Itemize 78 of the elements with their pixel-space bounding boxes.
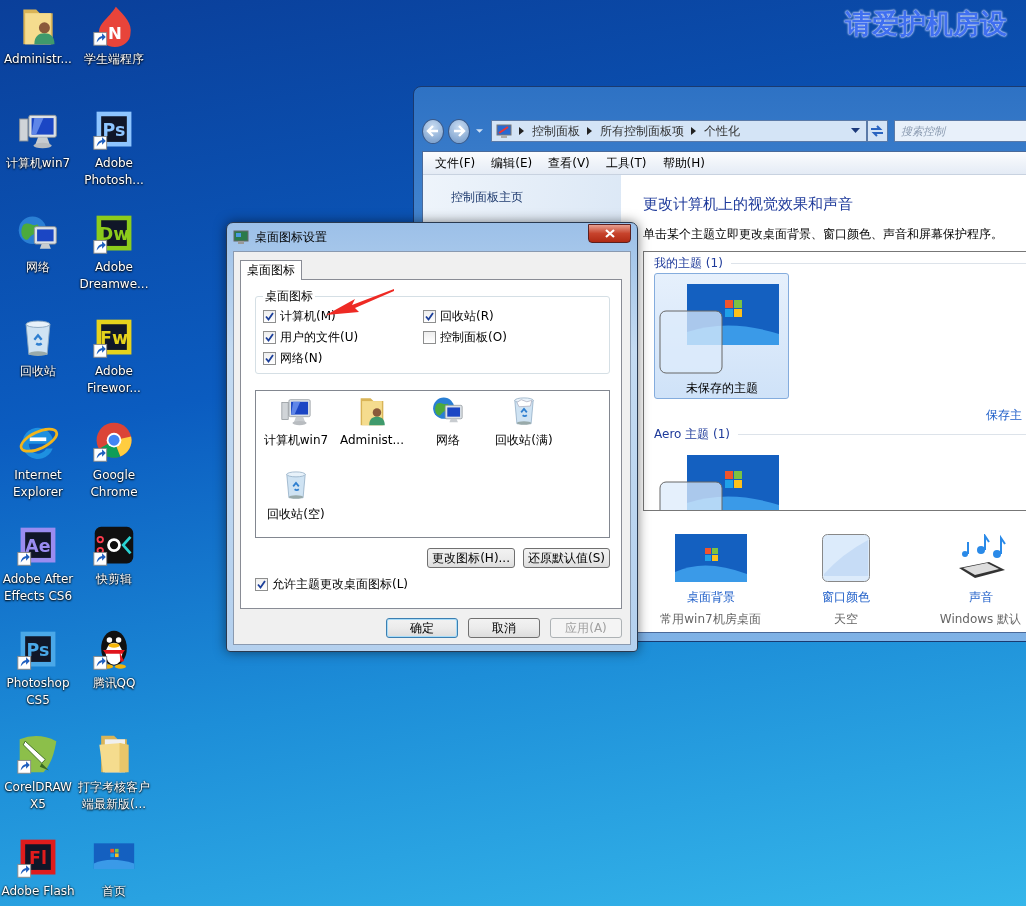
desktop-item[interactable]: Administr... (0, 0, 76, 104)
back-arrow-icon (426, 124, 440, 138)
desktop-item[interactable]: Fw Adobe Firewor... (76, 312, 152, 416)
save-theme-link[interactable]: 保存主 (986, 407, 1022, 423)
theme-name: 未保存的主题 (685, 380, 758, 396)
setting-link[interactable]: 窗口颜色 (821, 589, 870, 605)
menu-item[interactable]: 查看(V) (540, 153, 598, 173)
close-button[interactable] (588, 223, 631, 243)
wallpaper-thumbnail-icon[interactable] (674, 534, 747, 582)
desktop-settings-icon (233, 229, 249, 245)
checkbox-label[interactable]: 回收站(R) (440, 308, 494, 325)
dialog-button[interactable]: 还原默认值(S) (523, 548, 610, 568)
checkbox-label[interactable]: 允许主题更改桌面图标(L) (272, 576, 409, 593)
breadcrumb-item[interactable]: 个性化 (704, 122, 740, 140)
group-label: 桌面图标 (264, 288, 314, 304)
icon-label[interactable]: 回收站(空) (267, 506, 325, 522)
chevron-right-icon (691, 127, 697, 135)
back-button[interactable] (422, 118, 444, 144)
dialog-button[interactable]: 确定 (386, 618, 458, 638)
desktop-item[interactable]: Fl Adobe Flash (0, 832, 76, 906)
dropdown-caret-icon[interactable] (850, 128, 860, 134)
menu-item[interactable]: 编辑(E) (483, 153, 541, 173)
checkbox[interactable] (263, 310, 276, 323)
setting-value: 天空 (833, 611, 858, 627)
color-swatch-icon[interactable] (821, 534, 870, 582)
window-title: 桌面图标设置 (255, 228, 328, 246)
desktop-item[interactable]: Ae Adobe After Effects CS6 (0, 520, 76, 624)
desktop-item[interactable]: 网络 (0, 208, 76, 312)
menu-item[interactable]: 工具(T) (597, 153, 655, 173)
menu-item[interactable]: 文件(F) (427, 153, 484, 173)
setting-link[interactable]: 桌面背景 (686, 589, 735, 605)
icon-label[interactable]: Administ... (340, 432, 404, 448)
group-heading: 我的主题 (1) (654, 254, 723, 272)
desktop-item[interactable]: Internet Explorer (0, 416, 76, 520)
desktop-item[interactable]: Ps Adobe Photosh... (76, 104, 152, 208)
dialog-button[interactable]: 更改图标(H)... (427, 548, 515, 568)
desktop-item[interactable]: 计算机win7 (0, 104, 76, 208)
search-field[interactable]: 搜索控制 (894, 120, 1026, 142)
page-description: 单击某个主题立即更改桌面背景、窗口颜色、声音和屏幕保护程序。 (643, 226, 1004, 242)
sidebar-link[interactable]: 控制面板主页 (451, 190, 523, 204)
desktop-item[interactable]: 腾讯QQ (76, 624, 152, 728)
checkbox-label[interactable]: 网络(N) (280, 350, 323, 367)
icon-label[interactable]: 计算机win7 (263, 432, 329, 448)
forward-arrow-icon (452, 124, 466, 138)
theme-tile[interactable]: 未保存的主题 (654, 273, 789, 399)
address-bar[interactable]: 控制面板 所有控制面板项 个性化 (491, 120, 867, 142)
desktop-item[interactable]: 回收站 (0, 312, 76, 416)
checkbox[interactable] (255, 578, 268, 591)
breadcrumb-item[interactable]: 控制面板 (532, 122, 580, 140)
forward-button[interactable] (448, 118, 471, 144)
chevron-right-icon (587, 127, 593, 135)
desktop-item[interactable]: Ps Photoshop CS5 (0, 624, 76, 728)
page-heading: 更改计算机上的视觉效果和声音 (643, 195, 854, 213)
dialog-button[interactable]: 取消 (468, 618, 540, 638)
refresh-button[interactable] (866, 120, 888, 142)
checkbox-label[interactable]: 控制面板(O) (440, 329, 507, 346)
desktop-item[interactable]: Google Chrome (76, 416, 152, 520)
setting-value: Windows 默认 (939, 611, 1022, 627)
control-panel-icon (496, 123, 512, 139)
tab[interactable]: 桌面图标 (240, 260, 302, 280)
wallpaper-text: 请爱护机房设 (845, 7, 1007, 41)
setting-value: 常用win7机房桌面 (660, 611, 761, 627)
icon-label[interactable]: 网络 (436, 432, 460, 448)
checkbox[interactable] (423, 331, 436, 344)
breadcrumb-item[interactable]: 所有控制面板项 (600, 122, 684, 140)
checkbox[interactable] (263, 352, 276, 365)
menu-item[interactable]: 帮助(H) (654, 153, 713, 173)
checkbox-label[interactable]: 用户的文件(U) (280, 329, 359, 346)
icon-label[interactable]: 回收站(满) (495, 432, 553, 448)
setting-link[interactable]: 声音 (968, 589, 993, 605)
chevron-right-icon (519, 127, 525, 135)
checkbox[interactable] (263, 331, 276, 344)
close-icon (604, 228, 615, 238)
checkbox[interactable] (423, 310, 436, 323)
desktop-item[interactable]: N 学生端程序 (76, 0, 152, 104)
refresh-arrows-icon (869, 124, 886, 138)
desktop-item[interactable]: 快剪辑 (76, 520, 152, 624)
group-heading: Aero 主题 (1) (654, 425, 731, 443)
